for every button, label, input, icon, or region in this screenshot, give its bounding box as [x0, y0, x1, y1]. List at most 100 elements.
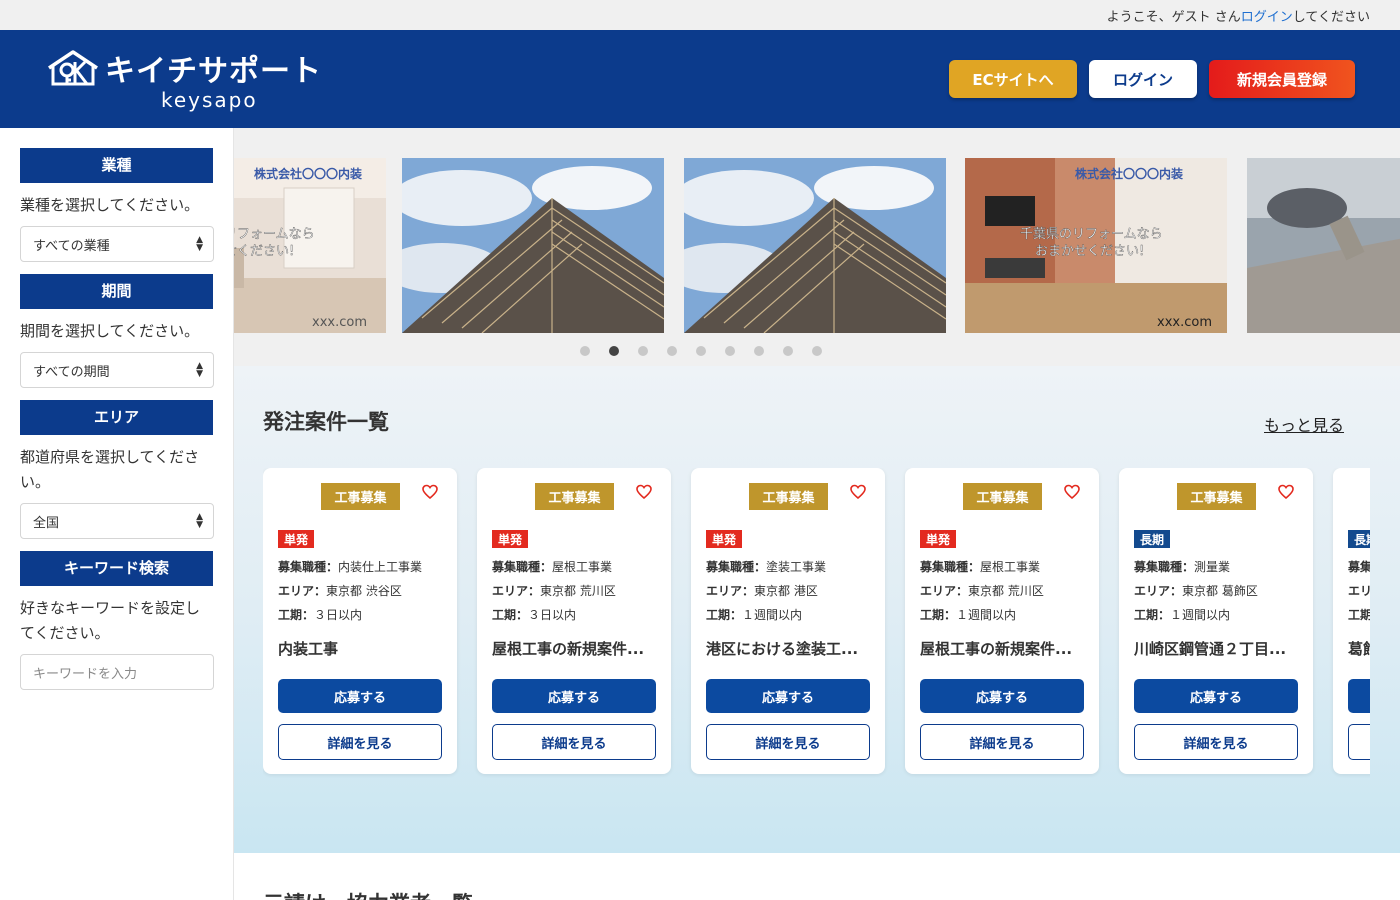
favorite-heart-icon[interactable] — [850, 484, 866, 500]
job-type-row: 募集職種： — [1348, 558, 1370, 575]
period-heading: 期間 — [20, 274, 213, 309]
banner-line2: おまかせください! — [1035, 244, 1144, 259]
carousel-dot[interactable] — [754, 346, 764, 356]
industry-select-value: すべての業種 — [33, 238, 110, 254]
detail-button[interactable]: 詳細を見る — [920, 724, 1084, 760]
roofer-image — [1247, 158, 1400, 333]
more-link[interactable]: もっと見る — [1264, 412, 1344, 436]
period-select[interactable]: すべての期間 ▲ ▼ — [20, 352, 214, 388]
favorite-heart-icon[interactable] — [1278, 484, 1294, 500]
carousel-dot[interactable] — [696, 346, 706, 356]
order-card[interactable]: 工事募集 長期 募集職種：測量業 エリア：東京都 葛飾区 工期：１週間以内 川崎区鋼管通２… — [1119, 468, 1313, 774]
carousel-dot[interactable] — [783, 346, 793, 356]
banner-company-text: 株式会社〇〇〇内装 — [254, 166, 362, 181]
apply-button[interactable]: 応募する — [706, 679, 870, 713]
banner-slide-roofer[interactable] — [1247, 158, 1400, 333]
room-banner-image: 株式会社〇〇〇内装 千葉県のリフォームなら おまかせください! xxx.com — [965, 158, 1227, 333]
apply-button[interactable]: 応募する — [1348, 679, 1370, 713]
order-card-list: 工事募集 単発 募集職種：内装仕上工事業 エリア：東京都 渋谷区 工期：３日以内 内装工事… — [263, 468, 1370, 778]
apply-button[interactable]: 応募する — [492, 679, 656, 713]
select-arrows-icon: ▲ ▼ — [196, 512, 203, 530]
card-title[interactable]: 港区における塗装工... — [706, 638, 876, 659]
banner-slide-scaffold[interactable] — [684, 158, 946, 333]
area-label: エリア — [278, 584, 315, 598]
period-value: ３日以内 — [528, 608, 577, 622]
card-title[interactable]: 屋根工事の新規案件... — [920, 638, 1090, 659]
apply-button[interactable]: 応募する — [1134, 679, 1298, 713]
apply-button[interactable]: 応募する — [278, 679, 442, 713]
carousel-dot[interactable] — [638, 346, 648, 356]
card-title[interactable]: 内装工事 — [278, 638, 448, 659]
area-value: 東京都 荒川区 — [968, 584, 1044, 598]
period-row: 工期： — [1348, 606, 1370, 623]
carousel-dot[interactable] — [580, 346, 590, 356]
logo-text: キイチサポート — [105, 54, 322, 89]
banner-company-text: 株式会社〇〇〇内装 — [1075, 166, 1183, 181]
card-title[interactable]: 葛飾 — [1348, 638, 1370, 659]
recruit-badge: 工事募集 — [535, 483, 614, 510]
site-logo[interactable]: キイチサポート keysapo — [45, 46, 322, 112]
period-row: 工期：１週間以内 — [1134, 608, 1231, 622]
banner-slide-reform[interactable]: 株式会社〇〇〇内装 リフォームなら せください! xxx.com — [234, 158, 386, 333]
topbar-login-link[interactable]: ログイン — [1241, 6, 1293, 25]
favorite-heart-icon[interactable] — [422, 484, 438, 500]
period-label: 工期 — [1348, 608, 1370, 622]
banner-left-line1: リフォームなら — [234, 227, 315, 242]
favorite-heart-icon[interactable] — [636, 484, 652, 500]
term-tag: 単発 — [278, 530, 315, 548]
keyword-input[interactable]: キーワードを入力 — [20, 654, 214, 690]
welcome-suffix: してください — [1292, 9, 1370, 25]
period-label: 工期 — [492, 608, 517, 622]
detail-button[interactable]: 詳細を見る — [492, 724, 656, 760]
job-type-value: 測量業 — [1194, 560, 1231, 574]
card-title[interactable]: 屋根工事の新規案件... — [492, 638, 662, 659]
period-value: １週間以内 — [1170, 608, 1231, 622]
period-label: 工期 — [920, 608, 945, 622]
keyword-heading: キーワード検索 — [20, 551, 213, 586]
keyword-instruction: 好きなキーワードを設定してください。 — [20, 599, 201, 642]
orders-section: 発注案件一覧 もっと見る 工事募集 単発 募集職種：内装仕上工事業 エリア：東京都 渋… — [234, 366, 1400, 853]
term-tag: 単発 — [492, 530, 529, 548]
order-card[interactable]: 工事募集 単発 募集職種：塗装工事業 エリア：東京都 港区 工期：１週間以内 港区における… — [691, 468, 885, 774]
banner-slide-scaffold[interactable] — [402, 158, 664, 333]
area-row: エリア：東京都 葛飾区 — [1134, 584, 1258, 598]
main-content: 株式会社〇〇〇内装 リフォームなら せください! xxx.com — [234, 128, 1400, 900]
carousel-dot[interactable] — [725, 346, 735, 356]
banner-carousel[interactable]: 株式会社〇〇〇内装 リフォームなら せください! xxx.com — [234, 128, 1400, 366]
order-card[interactable]: 工事募集 単発 募集職種：内装仕上工事業 エリア：東京都 渋谷区 工期：３日以内 内装工事… — [263, 468, 457, 774]
period-label: 工期 — [1134, 608, 1159, 622]
detail-button[interactable]: 詳細を見る — [1348, 724, 1370, 760]
period-value: ３日以内 — [314, 608, 363, 622]
job-type-label: 募集職種 — [492, 560, 541, 574]
area-heading: エリア — [20, 400, 213, 435]
carousel-dot[interactable] — [667, 346, 677, 356]
industry-select[interactable]: すべての業種 ▲ ▼ — [20, 226, 214, 262]
ec-site-button[interactable]: ECサイトへ — [949, 60, 1077, 98]
carousel-dot[interactable] — [609, 346, 619, 356]
recruit-badge: 工事募集 — [963, 483, 1042, 510]
carousel-dot[interactable] — [812, 346, 822, 356]
register-button[interactable]: 新規会員登録 — [1209, 60, 1355, 98]
apply-button[interactable]: 応募する — [920, 679, 1084, 713]
area-label: エリア — [920, 584, 957, 598]
job-type-value: 屋根工事業 — [552, 560, 613, 574]
area-row: エリア：東京都 渋谷区 — [278, 584, 402, 598]
favorite-heart-icon[interactable] — [1064, 484, 1080, 500]
detail-button[interactable]: 詳細を見る — [706, 724, 870, 760]
area-row: エリア： — [1348, 582, 1370, 599]
next-section-title: 元請け・協力業者一覧 — [263, 888, 473, 900]
order-card[interactable]: 工事募集 単発 募集職種：屋根工事業 エリア：東京都 荒川区 工期：１週間以内 屋根工事の… — [905, 468, 1099, 774]
logo-subtext: keysapo — [161, 88, 258, 112]
login-button[interactable]: ログイン — [1089, 60, 1197, 98]
order-card[interactable]: 工事募集長期募集職種：エリア：工期：葛飾応募する詳細を見る — [1333, 468, 1370, 774]
area-select[interactable]: 全国 ▲ ▼ — [20, 503, 214, 539]
banner-slide-reform[interactable]: 株式会社〇〇〇内装 千葉県のリフォームなら おまかせください! xxx.com — [965, 158, 1227, 333]
order-card[interactable]: 工事募集 単発 募集職種：屋根工事業 エリア：東京都 荒川区 工期：３日以内 屋根工事の新… — [477, 468, 671, 774]
detail-button[interactable]: 詳細を見る — [1134, 724, 1298, 760]
detail-button[interactable]: 詳細を見る — [278, 724, 442, 760]
recruit-badge: 工事募集 — [1177, 483, 1256, 510]
term-tag: 単発 — [920, 530, 957, 548]
top-bar: ようこそ、ゲスト さん ログイン してください — [0, 0, 1400, 30]
card-title[interactable]: 川崎区鋼管通２丁目... — [1134, 638, 1304, 659]
job-type-label: 募集職種 — [920, 560, 969, 574]
